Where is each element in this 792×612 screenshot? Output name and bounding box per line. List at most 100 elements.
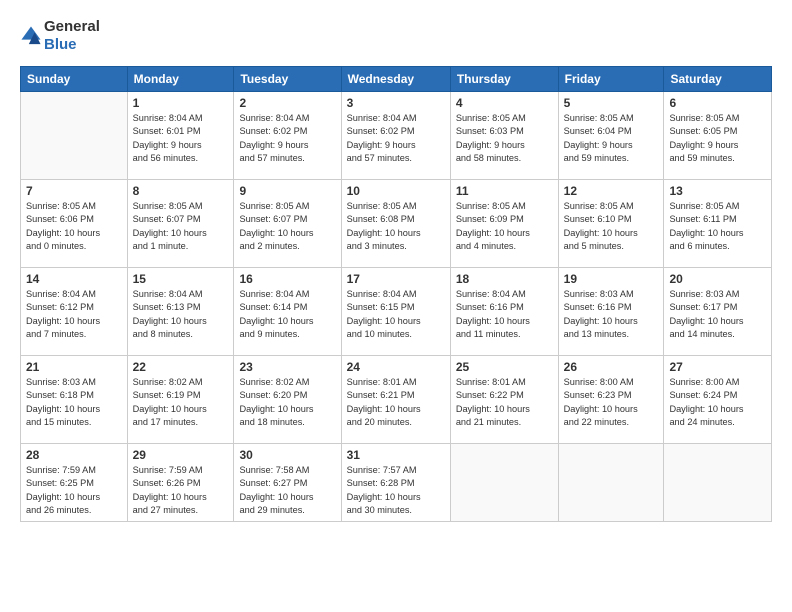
- day-number: 28: [26, 448, 122, 462]
- calendar-cell: 16 Sunrise: 8:04 AMSunset: 6:14 PMDayligh…: [234, 268, 341, 356]
- day-info: Sunrise: 8:05 AMSunset: 6:06 PMDaylight:…: [26, 200, 122, 253]
- calendar-week-row: 7Sunrise: 8:05 AMSunset: 6:06 PMDaylight…: [21, 180, 772, 268]
- day-number: 14: [26, 272, 122, 286]
- day-number: 15: [133, 272, 229, 286]
- weekday-header: Tuesday: [234, 67, 341, 92]
- page: General Blue SundayMondayTuesdayWednesda…: [0, 0, 792, 532]
- calendar-cell: 31 Sunrise: 7:57 AMSunset: 6:28 PMDayligh…: [341, 444, 450, 522]
- calendar-cell: 20 Sunrise: 8:03 AMSunset: 6:17 PMDayligh…: [664, 268, 772, 356]
- calendar-cell: 23 Sunrise: 8:02 AMSunset: 6:20 PMDayligh…: [234, 356, 341, 444]
- day-info: Sunrise: 8:05 AMSunset: 6:10 PMDaylight:…: [564, 200, 659, 253]
- calendar-cell: [450, 444, 558, 522]
- calendar-cell: [558, 444, 664, 522]
- logo-icon: [20, 25, 42, 47]
- weekday-header: Sunday: [21, 67, 128, 92]
- header: General Blue: [20, 18, 772, 54]
- day-number: 21: [26, 360, 122, 374]
- weekday-header: Monday: [127, 67, 234, 92]
- calendar-cell: 28 Sunrise: 7:59 AMSunset: 6:25 PMDayligh…: [21, 444, 128, 522]
- day-number: 11: [456, 184, 553, 198]
- day-info: Sunrise: 8:03 AMSunset: 6:18 PMDaylight:…: [26, 376, 122, 429]
- calendar-cell: 25 Sunrise: 8:01 AMSunset: 6:22 PMDayligh…: [450, 356, 558, 444]
- day-info: Sunrise: 8:05 AMSunset: 6:09 PMDaylight:…: [456, 200, 553, 253]
- calendar-cell: 6Sunrise: 8:05 AMSunset: 6:05 PMDaylight…: [664, 92, 772, 180]
- day-number: 23: [239, 360, 335, 374]
- weekday-header: Friday: [558, 67, 664, 92]
- day-info: Sunrise: 8:04 AMSunset: 6:12 PMDaylight:…: [26, 288, 122, 341]
- logo-blue-text: Blue: [44, 36, 100, 54]
- calendar-week-row: 28 Sunrise: 7:59 AMSunset: 6:25 PMDayligh…: [21, 444, 772, 522]
- calendar-cell: 8Sunrise: 8:05 AMSunset: 6:07 PMDaylight…: [127, 180, 234, 268]
- calendar-cell: 10Sunrise: 8:05 AMSunset: 6:08 PMDayligh…: [341, 180, 450, 268]
- calendar-cell: 2Sunrise: 8:04 AMSunset: 6:02 PMDaylight…: [234, 92, 341, 180]
- day-info: Sunrise: 8:02 AMSunset: 6:19 PMDaylight:…: [133, 376, 229, 429]
- calendar-week-row: 1 Sunrise: 8:04 AMSunset: 6:01 PMDaylight…: [21, 92, 772, 180]
- day-number: 29: [133, 448, 229, 462]
- calendar-cell: 3 Sunrise: 8:04 AMSunset: 6:02 PMDaylight…: [341, 92, 450, 180]
- calendar-cell: 27 Sunrise: 8:00 AMSunset: 6:24 PMDayligh…: [664, 356, 772, 444]
- calendar-table: SundayMondayTuesdayWednesdayThursdayFrid…: [20, 66, 772, 522]
- day-number: 5: [564, 96, 659, 110]
- day-info: Sunrise: 8:00 AMSunset: 6:23 PMDaylight:…: [564, 376, 659, 429]
- calendar-cell: 5Sunrise: 8:05 AMSunset: 6:04 PMDaylight…: [558, 92, 664, 180]
- calendar-cell: 4 Sunrise: 8:05 AMSunset: 6:03 PMDaylight…: [450, 92, 558, 180]
- calendar-cell: 11 Sunrise: 8:05 AMSunset: 6:09 PMDayligh…: [450, 180, 558, 268]
- calendar-cell: [664, 444, 772, 522]
- day-number: 19: [564, 272, 659, 286]
- calendar-week-row: 14 Sunrise: 8:04 AMSunset: 6:12 PMDayligh…: [21, 268, 772, 356]
- day-info: Sunrise: 8:05 AMSunset: 6:05 PMDaylight:…: [669, 112, 766, 165]
- day-info: Sunrise: 7:59 AMSunset: 6:25 PMDaylight:…: [26, 464, 122, 517]
- calendar-cell: 29 Sunrise: 7:59 AMSunset: 6:26 PMDayligh…: [127, 444, 234, 522]
- day-info: Sunrise: 8:04 AMSunset: 6:16 PMDaylight:…: [456, 288, 553, 341]
- day-number: 18: [456, 272, 553, 286]
- day-number: 20: [669, 272, 766, 286]
- day-number: 26: [564, 360, 659, 374]
- day-info: Sunrise: 8:01 AMSunset: 6:22 PMDaylight:…: [456, 376, 553, 429]
- day-number: 13: [669, 184, 766, 198]
- day-info: Sunrise: 8:05 AMSunset: 6:11 PMDaylight:…: [669, 200, 766, 253]
- calendar-cell: 24Sunrise: 8:01 AMSunset: 6:21 PMDayligh…: [341, 356, 450, 444]
- calendar-cell: 7Sunrise: 8:05 AMSunset: 6:06 PMDaylight…: [21, 180, 128, 268]
- day-info: Sunrise: 8:05 AMSunset: 6:03 PMDaylight:…: [456, 112, 553, 165]
- day-number: 4: [456, 96, 553, 110]
- day-info: Sunrise: 8:03 AMSunset: 6:16 PMDaylight:…: [564, 288, 659, 341]
- day-info: Sunrise: 7:57 AMSunset: 6:28 PMDaylight:…: [347, 464, 445, 517]
- calendar-cell: 21 Sunrise: 8:03 AMSunset: 6:18 PMDayligh…: [21, 356, 128, 444]
- day-info: Sunrise: 8:02 AMSunset: 6:20 PMDaylight:…: [239, 376, 335, 429]
- calendar-cell: 17Sunrise: 8:04 AMSunset: 6:15 PMDayligh…: [341, 268, 450, 356]
- day-info: Sunrise: 8:00 AMSunset: 6:24 PMDaylight:…: [669, 376, 766, 429]
- calendar-cell: 13 Sunrise: 8:05 AMSunset: 6:11 PMDayligh…: [664, 180, 772, 268]
- day-number: 2: [239, 96, 335, 110]
- day-info: Sunrise: 7:59 AMSunset: 6:26 PMDaylight:…: [133, 464, 229, 517]
- calendar-cell: 30Sunrise: 7:58 AMSunset: 6:27 PMDayligh…: [234, 444, 341, 522]
- day-number: 31: [347, 448, 445, 462]
- calendar-cell: 18 Sunrise: 8:04 AMSunset: 6:16 PMDayligh…: [450, 268, 558, 356]
- day-number: 8: [133, 184, 229, 198]
- logo-text: General: [44, 18, 100, 36]
- weekday-header: Wednesday: [341, 67, 450, 92]
- day-number: 22: [133, 360, 229, 374]
- calendar-cell: 26 Sunrise: 8:00 AMSunset: 6:23 PMDayligh…: [558, 356, 664, 444]
- day-number: 17: [347, 272, 445, 286]
- calendar-cell: 19 Sunrise: 8:03 AMSunset: 6:16 PMDayligh…: [558, 268, 664, 356]
- calendar-cell: 14 Sunrise: 8:04 AMSunset: 6:12 PMDayligh…: [21, 268, 128, 356]
- weekday-header: Saturday: [664, 67, 772, 92]
- calendar-week-row: 21 Sunrise: 8:03 AMSunset: 6:18 PMDayligh…: [21, 356, 772, 444]
- day-number: 27: [669, 360, 766, 374]
- day-info: Sunrise: 8:04 AMSunset: 6:02 PMDaylight:…: [347, 112, 445, 165]
- day-number: 16: [239, 272, 335, 286]
- day-number: 1: [133, 96, 229, 110]
- day-number: 3: [347, 96, 445, 110]
- logo: General Blue: [20, 18, 100, 54]
- calendar-cell: 12Sunrise: 8:05 AMSunset: 6:10 PMDayligh…: [558, 180, 664, 268]
- calendar-cell: [21, 92, 128, 180]
- day-info: Sunrise: 8:04 AMSunset: 6:14 PMDaylight:…: [239, 288, 335, 341]
- day-info: Sunrise: 8:03 AMSunset: 6:17 PMDaylight:…: [669, 288, 766, 341]
- day-number: 24: [347, 360, 445, 374]
- day-info: Sunrise: 8:04 AMSunset: 6:13 PMDaylight:…: [133, 288, 229, 341]
- calendar-cell: 22 Sunrise: 8:02 AMSunset: 6:19 PMDayligh…: [127, 356, 234, 444]
- day-info: Sunrise: 8:04 AMSunset: 6:01 PMDaylight:…: [133, 112, 229, 165]
- calendar-cell: 9Sunrise: 8:05 AMSunset: 6:07 PMDaylight…: [234, 180, 341, 268]
- weekday-header-row: SundayMondayTuesdayWednesdayThursdayFrid…: [21, 67, 772, 92]
- day-number: 25: [456, 360, 553, 374]
